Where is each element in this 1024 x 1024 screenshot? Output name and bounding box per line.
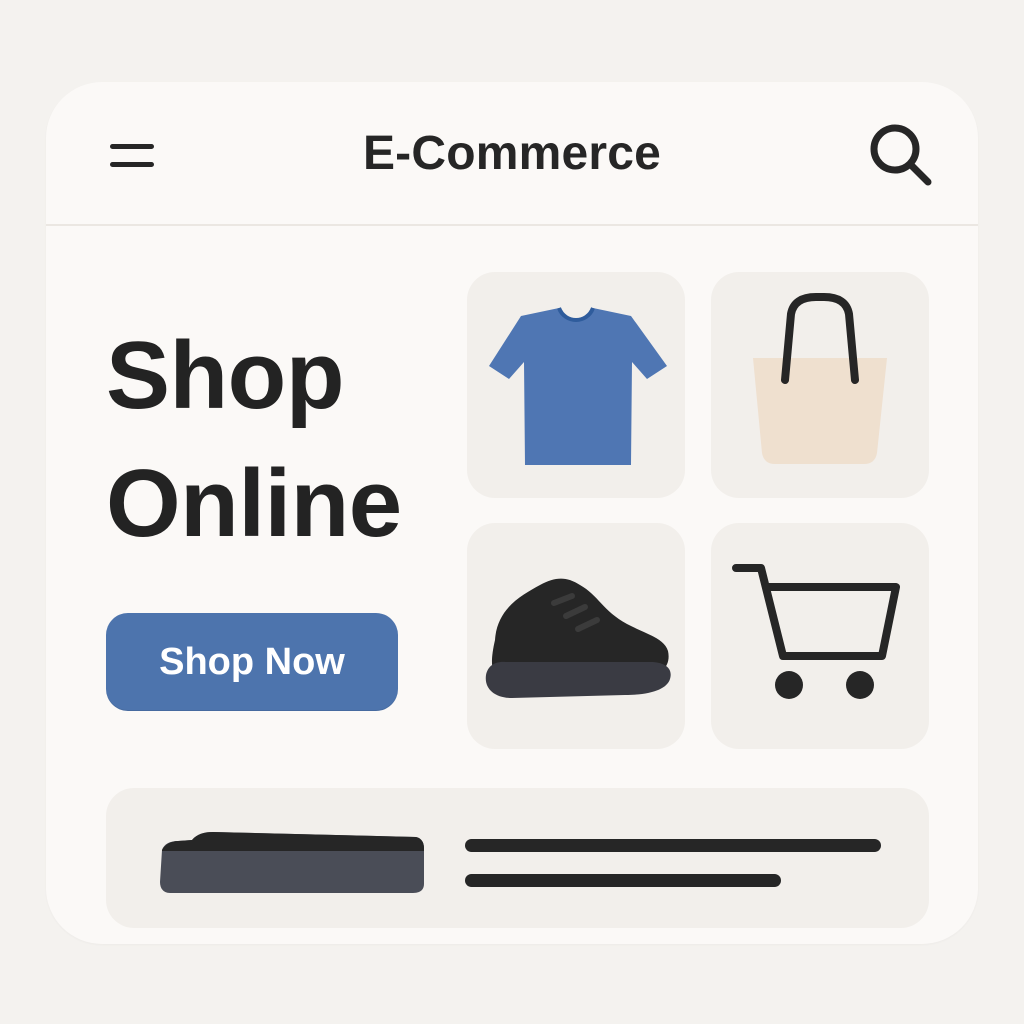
hero-title: Shop Online: [106, 312, 466, 568]
app-card: E-Commerce Shop Online Shop Now: [46, 82, 978, 944]
search-icon[interactable]: [866, 120, 936, 190]
cart-category-tile[interactable]: [711, 523, 929, 749]
promo-text-line-2: [465, 874, 781, 887]
shop-now-button[interactable]: Shop Now: [106, 613, 398, 711]
hero-title-line-2: Online: [106, 450, 402, 557]
promo-text-line-1: [465, 839, 881, 852]
shopping-bag-icon: [753, 293, 887, 464]
hero-title-line-1: Shop: [106, 322, 344, 429]
shoe-icon: [160, 832, 424, 893]
app-title: E-Commerce: [362, 127, 662, 180]
bag-category-tile[interactable]: [711, 272, 929, 498]
sneaker-category-tile[interactable]: [467, 523, 685, 749]
bottom-promo-banner[interactable]: [106, 788, 929, 928]
tshirt-category-tile[interactable]: [467, 272, 685, 498]
shopping-cart-icon: [732, 564, 900, 699]
tshirt-icon: [489, 307, 667, 465]
page: E-Commerce Shop Online Shop Now: [0, 0, 1024, 1024]
top-header: E-Commerce: [46, 82, 978, 226]
sneaker-icon: [485, 578, 671, 698]
